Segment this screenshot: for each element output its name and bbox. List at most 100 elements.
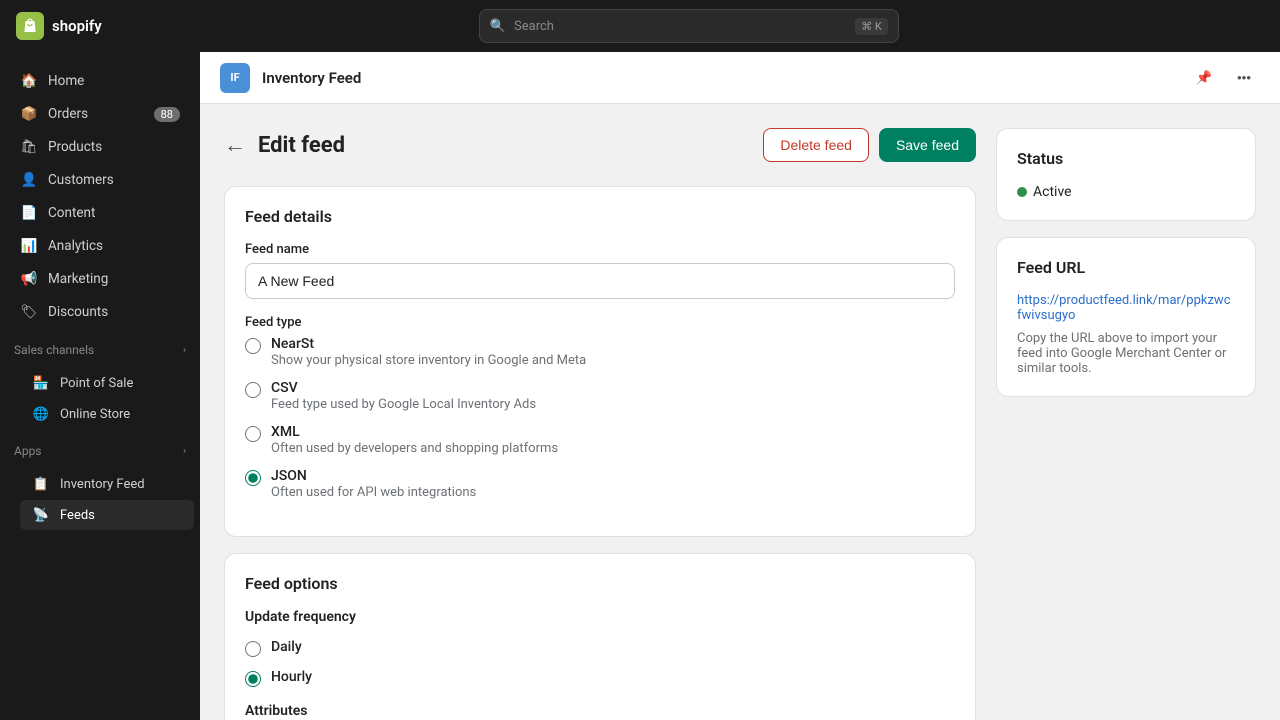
status-label: Active — [1033, 184, 1072, 200]
daily-label: Daily — [271, 639, 302, 655]
sidebar-item-label: Feeds — [60, 508, 95, 523]
topbar: shopify 🔍 Search ⌘ K — [0, 0, 1280, 52]
shopify-logo: shopify — [16, 12, 102, 40]
content-icon: 📄 — [20, 204, 38, 222]
hourly-label: Hourly — [271, 669, 312, 685]
xml-radio[interactable] — [245, 426, 261, 442]
delete-feed-button[interactable]: Delete feed — [763, 128, 869, 162]
search-shortcut: ⌘ K — [855, 18, 888, 35]
pin-button[interactable]: 📌 — [1188, 62, 1220, 94]
feed-details-title: Feed details — [245, 207, 955, 226]
feed-options-title: Feed options — [245, 574, 955, 593]
app-header-actions: 📌 ••• — [1188, 62, 1260, 94]
sidebar-item-content[interactable]: 📄 Content — [6, 197, 194, 229]
layout: 🏠 Home 📦 Orders 88 🛍 Products 👤 Customer… — [0, 52, 1280, 720]
status-card-title: Status — [1017, 149, 1235, 168]
sidebar-item-marketing[interactable]: 📢 Marketing — [6, 263, 194, 295]
marketing-icon: 📢 — [20, 270, 38, 288]
sidebar-item-discounts[interactable]: 🏷 Discounts — [6, 296, 194, 328]
csv-label: CSV — [271, 380, 536, 396]
sidebar-item-label: Analytics — [48, 238, 103, 254]
content-main: ← Edit feed Delete feed Save feed Feed d… — [224, 128, 976, 696]
csv-radio[interactable] — [245, 382, 261, 398]
feed-type-label: Feed type — [245, 315, 955, 330]
sales-channels-expand-icon: › — [183, 345, 186, 356]
sidebar-item-label: Products — [48, 139, 102, 155]
feed-name-label: Feed name — [245, 242, 955, 257]
feed-type-nearst[interactable]: NearSt Show your physical store inventor… — [245, 336, 955, 368]
sidebar-item-label: Point of Sale — [60, 376, 133, 391]
sidebar-item-feeds[interactable]: 📡 Feeds — [20, 500, 194, 530]
status-card: Status Active — [996, 128, 1256, 221]
sales-channels-section-header[interactable]: Sales channels › — [0, 337, 200, 363]
app-icon-letters: IF — [230, 71, 239, 84]
json-radio[interactable] — [245, 470, 261, 486]
customers-icon: 👤 — [20, 171, 38, 189]
attributes-label: Attributes — [245, 703, 955, 719]
search-bar[interactable]: 🔍 Search ⌘ K — [479, 9, 899, 43]
daily-radio[interactable] — [245, 641, 261, 657]
sidebar-item-inventory-feed[interactable]: 📋 Inventory Feed — [20, 469, 194, 499]
xml-label: XML — [271, 424, 558, 440]
sidebar-item-home[interactable]: 🏠 Home — [6, 65, 194, 97]
feed-url-card-title: Feed URL — [1017, 258, 1235, 277]
store-icon: 🌐 — [32, 405, 50, 423]
update-frequency-group: Update frequency Daily — [245, 609, 955, 687]
feed-url-card: Feed URL https://productfeed.link/mar/pp… — [996, 237, 1256, 397]
sidebar-item-analytics[interactable]: 📊 Analytics — [6, 230, 194, 262]
sidebar-item-label: Content — [48, 205, 95, 221]
update-frequency-label: Update frequency — [245, 609, 955, 625]
nearst-desc: Show your physical store inventory in Go… — [271, 353, 586, 368]
sidebar-item-label: Home — [48, 73, 84, 89]
sidebar-nav-section: 🏠 Home 📦 Orders 88 🛍 Products 👤 Customer… — [0, 60, 200, 333]
feed-name-input[interactable] — [245, 263, 955, 299]
feed-type-group: Feed type NearSt Show your physical stor… — [245, 315, 955, 500]
sidebar-item-label: Customers — [48, 172, 114, 188]
csv-desc: Feed type used by Google Local Inventory… — [271, 397, 536, 412]
home-icon: 🏠 — [20, 72, 38, 90]
sidebar-item-label: Marketing — [48, 271, 108, 287]
sidebar-item-label: Inventory Feed — [60, 477, 145, 492]
sidebar-item-products[interactable]: 🛍 Products — [6, 131, 194, 163]
shopify-logo-text: shopify — [52, 17, 102, 35]
main: IF Inventory Feed 📌 ••• ← Edit feed Dele… — [200, 52, 1280, 720]
orders-icon: 📦 — [20, 105, 38, 123]
analytics-icon: 📊 — [20, 237, 38, 255]
search-icon: 🔍 — [490, 19, 506, 34]
sidebar-item-customers[interactable]: 👤 Customers — [6, 164, 194, 196]
sidebar-item-orders[interactable]: 📦 Orders 88 — [6, 98, 194, 130]
discounts-icon: 🏷 — [20, 303, 38, 321]
hourly-radio[interactable] — [245, 671, 261, 687]
apps-section-header[interactable]: Apps › — [0, 438, 200, 464]
feed-type-json[interactable]: JSON Often used for API web integrations — [245, 468, 955, 500]
sidebar-item-point-of-sale[interactable]: 🏪 Point of Sale — [20, 368, 194, 398]
more-button[interactable]: ••• — [1228, 62, 1260, 94]
frequency-daily[interactable]: Daily — [245, 639, 955, 657]
feed-type-csv[interactable]: CSV Feed type used by Google Local Inven… — [245, 380, 955, 412]
orders-badge: 88 — [154, 107, 180, 122]
feeds-icon: 📡 — [32, 506, 50, 524]
products-icon: 🛍 — [20, 138, 38, 156]
save-feed-button[interactable]: Save feed — [879, 128, 976, 162]
status-dot — [1017, 187, 1027, 197]
sidebar: 🏠 Home 📦 Orders 88 🛍 Products 👤 Customer… — [0, 52, 200, 720]
feed-type-radio-group: NearSt Show your physical store inventor… — [245, 336, 955, 500]
inventory-feed-icon: 📋 — [32, 475, 50, 493]
pos-icon: 🏪 — [32, 374, 50, 392]
apps-section: 📋 Inventory Feed 📡 Feeds — [0, 464, 200, 535]
nearst-label: NearSt — [271, 336, 586, 352]
nearst-radio[interactable] — [245, 338, 261, 354]
search-placeholder: Search — [514, 19, 554, 34]
sidebar-item-online-store[interactable]: 🌐 Online Store — [20, 399, 194, 429]
feed-url-link[interactable]: https://productfeed.link/mar/ppkzwcfwivs… — [1017, 293, 1235, 323]
feed-details-card: Feed details Feed name Feed type NearSt — [224, 186, 976, 537]
content-area: ← Edit feed Delete feed Save feed Feed d… — [200, 104, 1280, 720]
back-button[interactable]: ← — [224, 132, 246, 158]
json-label: JSON — [271, 468, 476, 484]
feed-type-xml[interactable]: XML Often used by developers and shoppin… — [245, 424, 955, 456]
sales-channels-section: 🏪 Point of Sale 🌐 Online Store — [0, 363, 200, 434]
feed-options-card: Feed options Update frequency Daily — [224, 553, 976, 720]
content-side: Status Active Feed URL https://productfe… — [996, 128, 1256, 696]
app-header-icon: IF — [220, 63, 250, 93]
frequency-hourly[interactable]: Hourly — [245, 669, 955, 687]
